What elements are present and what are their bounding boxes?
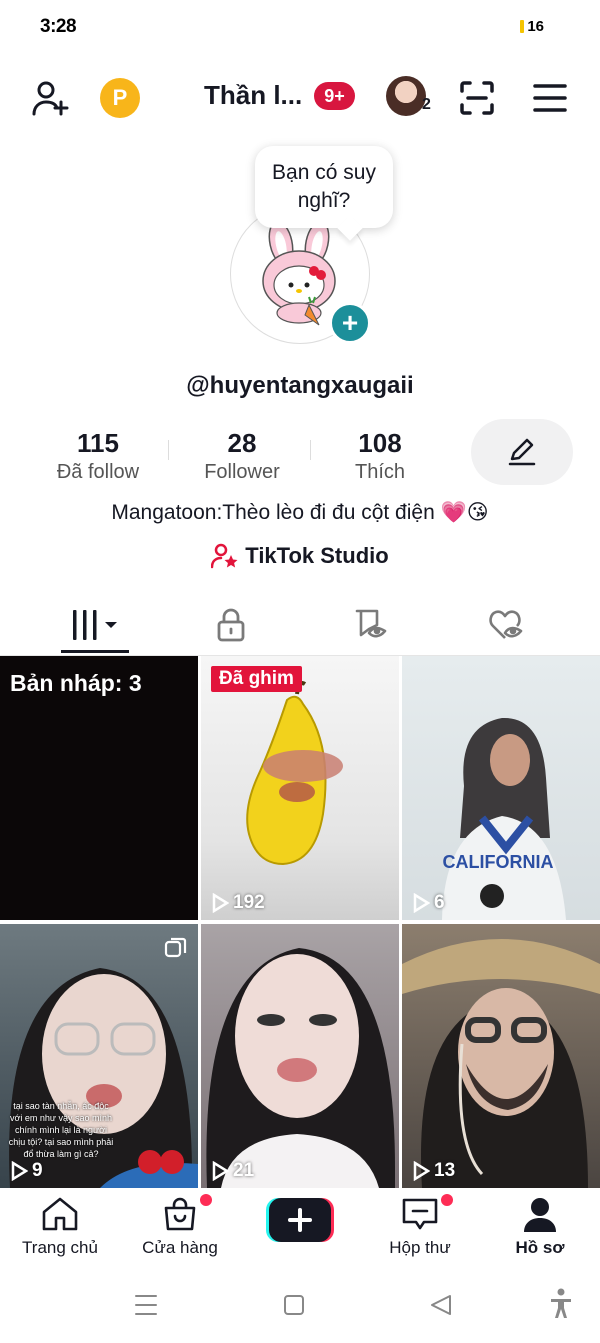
play-count-value: 9	[32, 1160, 43, 1181]
video-tile-pinned[interactable]: Đã ghim 192	[201, 656, 399, 920]
stat-followers[interactable]: 28 Follower	[172, 428, 312, 485]
tab-liked[interactable]	[432, 596, 582, 654]
drafts-tile[interactable]: Bản nháp: 3	[0, 656, 198, 920]
back-icon[interactable]	[431, 1295, 451, 1315]
inbox-notification-dot	[441, 1194, 453, 1206]
notification-badge: 9+	[314, 81, 355, 110]
home-icon	[42, 1197, 78, 1231]
add-friend-icon[interactable]	[28, 76, 72, 120]
battery-level: 16	[527, 18, 544, 35]
stat-following[interactable]: 115 Đã follow	[28, 428, 168, 485]
following-label: Đã follow	[56, 461, 140, 483]
profile-icon	[524, 1198, 556, 1232]
username: @huyentangxaugaii	[186, 372, 414, 399]
play-count-value: 21	[233, 1160, 255, 1181]
recents-icon[interactable]	[135, 1295, 157, 1315]
profile-title: Thần l...	[204, 80, 303, 110]
shop-notification-dot	[200, 1194, 212, 1206]
pencil-icon	[508, 438, 536, 466]
create-plus-icon	[266, 1198, 334, 1242]
likes-count: 108	[358, 428, 402, 458]
grid-icon	[73, 610, 117, 640]
coin-letter: P	[112, 85, 128, 110]
battery-indicator: 16	[520, 18, 544, 35]
nav-home-label: Trang chủ	[22, 1238, 98, 1257]
add-photo-plus-icon[interactable]: +	[329, 302, 371, 344]
lock-icon	[217, 608, 245, 642]
pinned-badge: Đã ghim	[211, 666, 302, 692]
play-icon	[11, 1161, 28, 1181]
story-avatar[interactable]	[386, 76, 426, 116]
video-caption-overlay: tại sao tàn nhẫn, ác độc với em như vậy …	[8, 1101, 114, 1159]
banana-thumbnail	[246, 681, 343, 866]
nav-inbox-label: Hộp thư	[389, 1238, 451, 1257]
play-count: 21	[211, 1160, 254, 1182]
play-count: 6	[412, 892, 445, 914]
profile-header: P Thần l... 9+ 2	[0, 70, 600, 126]
following-count: 115	[77, 428, 119, 458]
likes-label: Thích	[354, 461, 406, 483]
story-count: 2	[422, 96, 431, 113]
status-bar: 3:28 16	[0, 0, 600, 52]
tab-private[interactable]	[156, 596, 306, 654]
nav-home[interactable]: Trang chủ	[0, 1196, 120, 1258]
stat-likes[interactable]: 108 Thích	[310, 428, 450, 485]
tiktok-studio-link[interactable]: TikTok Studio	[0, 543, 600, 569]
draft-label: Bản nháp: 3	[10, 670, 142, 696]
active-tab-indicator	[61, 650, 129, 653]
tab-videos[interactable]	[20, 596, 170, 654]
nav-shop-label: Cửa hàng	[142, 1238, 218, 1257]
menu-icon[interactable]	[532, 76, 568, 120]
video-thumbnail	[206, 948, 395, 1188]
home-system-icon[interactable]	[284, 1295, 304, 1315]
play-count: 9	[10, 1160, 43, 1182]
bookmark-eye-icon	[355, 609, 387, 638]
system-navigation-bar	[0, 1280, 600, 1343]
play-count-value: 13	[434, 1160, 456, 1181]
play-count-value: 6	[434, 892, 445, 913]
play-count: 13	[412, 1160, 455, 1182]
nav-shop[interactable]: Cửa hàng	[120, 1196, 240, 1258]
stat-divider	[168, 440, 169, 460]
video-tile[interactable]: tại sao tàn nhẫn, ác độc với em như vậy …	[0, 924, 198, 1188]
followers-label: Follower	[204, 461, 280, 483]
content-tabs	[0, 596, 600, 656]
profile-bio: Mangatoon:Thèo lèo đi đu cột điện 💗😘	[111, 501, 489, 524]
play-icon	[413, 893, 430, 913]
video-tile[interactable]: 13	[402, 924, 600, 1188]
edit-profile-button[interactable]	[471, 419, 573, 485]
video-thumbnail: CALIFORNIA	[442, 717, 566, 920]
nav-profile-label: Hồ sơ	[515, 1238, 565, 1257]
followers-count: 28	[227, 428, 257, 458]
video-grid: Bản nháp: 3 Đã ghim 192 CALIFORNIA 6 tại…	[0, 656, 600, 1188]
bottom-navigation: Trang chủ Cửa hàng Hộp thư Hồ sơ	[0, 1188, 600, 1270]
note-bubble[interactable]: Bạn có suy nghĩ?	[255, 146, 393, 228]
play-icon	[413, 1161, 430, 1181]
inbox-icon	[402, 1198, 438, 1230]
video-tile[interactable]: 21	[201, 924, 399, 1188]
tab-reposts[interactable]	[296, 596, 446, 654]
studio-user-star-icon	[211, 543, 238, 569]
video-tile[interactable]: CALIFORNIA 6	[402, 656, 600, 920]
heart-eye-icon	[489, 610, 523, 639]
scan-icon[interactable]	[458, 76, 496, 120]
note-bubble-text: Bạn có suy nghĩ?	[272, 161, 376, 212]
play-icon	[212, 893, 229, 913]
battery-icon	[520, 20, 525, 33]
video-thumbnail	[402, 939, 600, 1188]
multi-photo-icon	[164, 937, 187, 958]
create-button[interactable]	[264, 1196, 336, 1244]
play-icon	[212, 1161, 229, 1181]
play-count-value: 192	[233, 892, 265, 913]
play-count: 192	[211, 892, 265, 914]
coin-icon[interactable]: P	[100, 78, 140, 118]
svg-text:CALIFORNIA: CALIFORNIA	[443, 852, 554, 872]
studio-label: TikTok Studio	[245, 543, 389, 568]
shopping-bag-icon	[164, 1197, 196, 1231]
status-time: 3:28	[40, 16, 77, 37]
nav-inbox[interactable]: Hộp thư	[360, 1196, 480, 1258]
nav-profile[interactable]: Hồ sơ	[480, 1196, 600, 1258]
account-switcher[interactable]: Thần l... 9+	[204, 80, 355, 111]
accessibility-icon[interactable]	[551, 1288, 571, 1319]
